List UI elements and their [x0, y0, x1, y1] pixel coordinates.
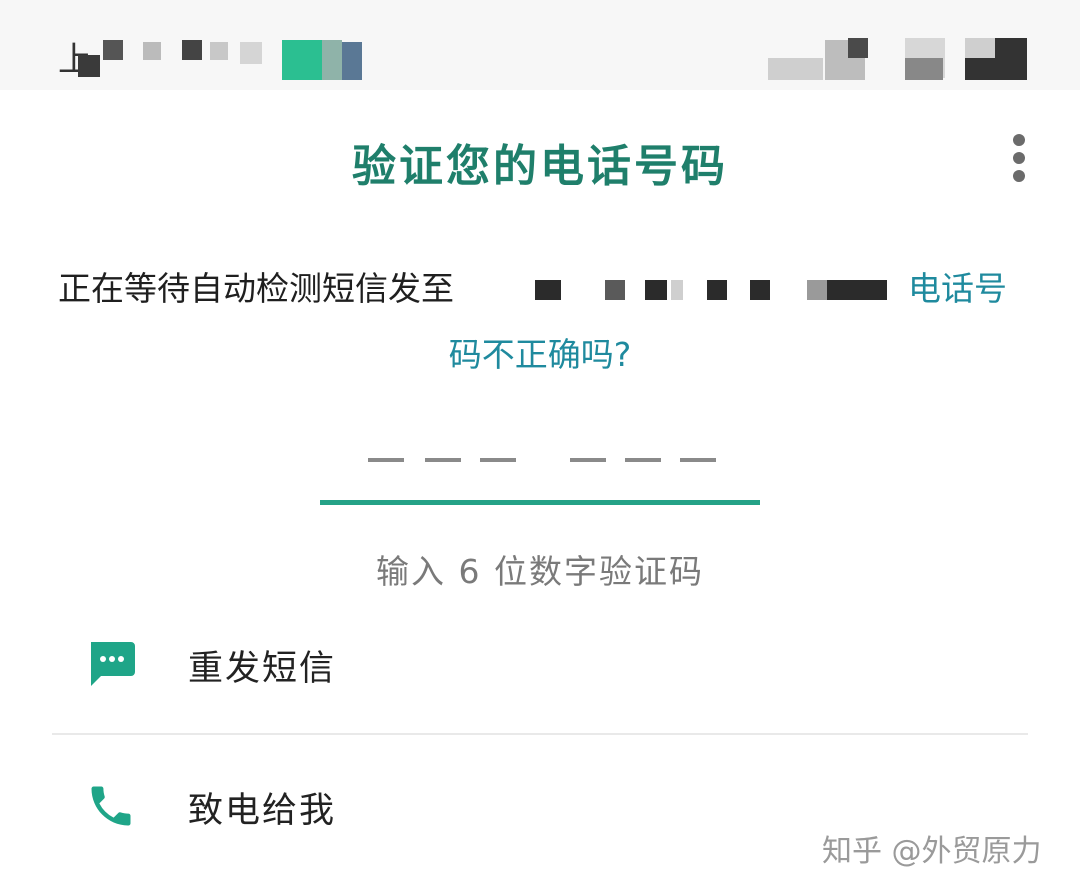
- sms-icon: [91, 642, 135, 686]
- status-bar: 上: [0, 0, 1080, 90]
- code-slot: [570, 458, 606, 462]
- resend-sms-option[interactable]: 重发短信: [0, 610, 1080, 710]
- masked-phone-number: [535, 280, 895, 300]
- more-vert-icon-dot: [1013, 152, 1025, 164]
- more-vert-icon: [1013, 134, 1025, 146]
- wrong-number-link-continued[interactable]: 码不正确吗?: [0, 328, 1080, 376]
- resend-sms-label: 重发短信: [188, 649, 337, 689]
- more-options-button[interactable]: [1004, 130, 1034, 186]
- page-title: 验证您的电话号码: [352, 141, 728, 192]
- more-vert-icon-dot: [1013, 170, 1025, 182]
- options-divider: [52, 733, 1028, 735]
- sms-waiting-text: 正在等待自动检测短信发至: [58, 269, 454, 308]
- wrong-number-link[interactable]: 电话号: [908, 262, 1007, 310]
- watermark: 知乎 @外贸原力: [822, 834, 1042, 869]
- code-slot: [425, 458, 461, 462]
- phone-icon: [91, 786, 131, 826]
- code-slot: [368, 458, 404, 462]
- code-input-underline: [320, 500, 760, 505]
- code-slot: [625, 458, 661, 462]
- code-slot: [480, 458, 516, 462]
- code-input-hint: 输入 6 位数字验证码: [376, 552, 704, 591]
- code-slot: [680, 458, 716, 462]
- verification-code-input[interactable]: [320, 420, 760, 510]
- call-me-label: 致电给我: [188, 791, 337, 831]
